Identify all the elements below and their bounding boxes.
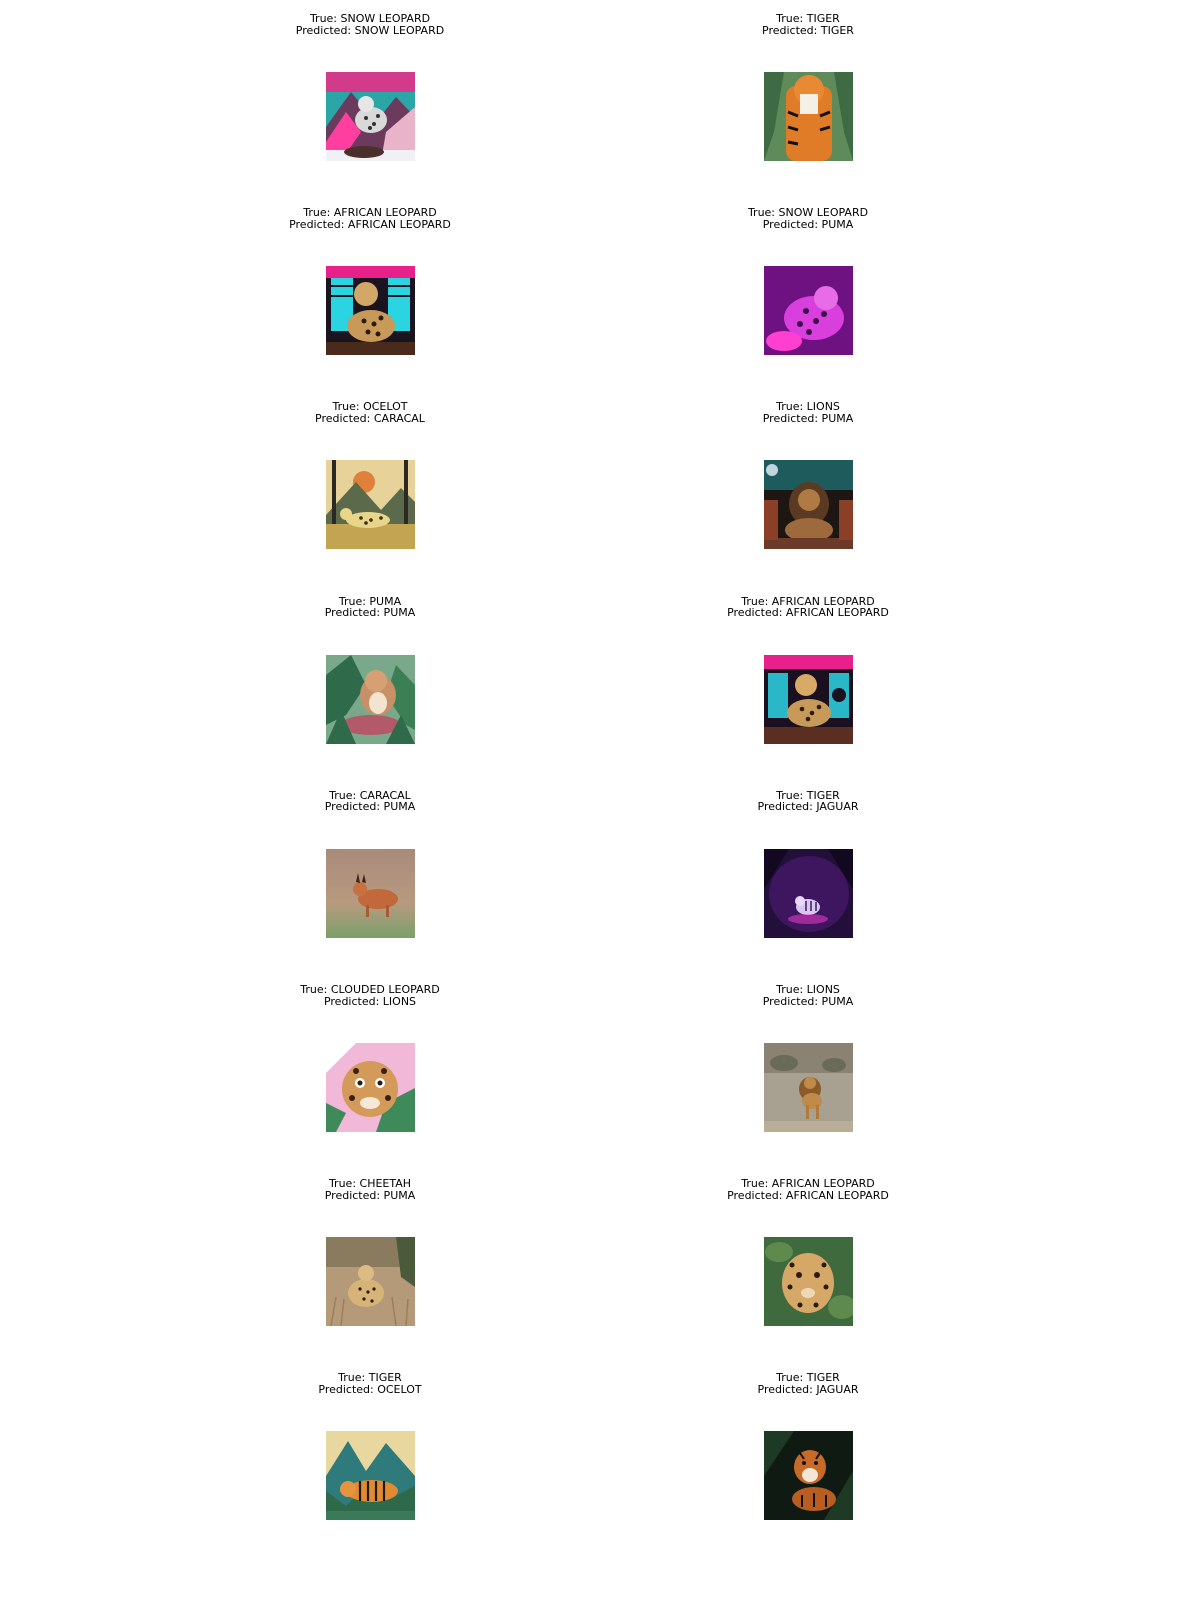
prediction-panel: True: LIONS Predicted: PUMA [658,401,958,601]
panel-title: True: SNOW LEOPARD Predicted: SNOW LEOPAR… [220,13,520,36]
true-label: True: TIGER [776,12,840,25]
panel-title: True: LIONS Predicted: PUMA [658,401,958,424]
cat-image [763,1431,853,1521]
prediction-panel: True: CHEETAH Predicted: PUMA [220,1178,520,1378]
prediction-panel: True: AFRICAN LEOPARD Predicted: AFRICAN … [658,1178,958,1378]
predicted-label: Predicted: PUMA [324,1188,416,1202]
cat-image [325,266,415,356]
cat-image [763,654,853,744]
prediction-panel: True: SNOW LEOPARD Predicted: PUMA [658,207,958,407]
cat-image [763,72,853,161]
panel-title: True: AFRICAN LEOPARD Predicted: AFRICAN … [658,1178,958,1201]
cat-image [325,1237,415,1327]
predicted-label: Predicted: PUMA [762,217,854,231]
panel-title: True: CARACAL Predicted: PUMA [220,790,520,813]
panel-title: True: PUMA Predicted: PUMA [220,596,520,619]
predicted-label: Predicted: AFRICAN LEOPARD [727,1188,889,1202]
true-label: True: CLOUDED LEOPARD [300,983,440,996]
panel-title: True: AFRICAN LEOPARD Predicted: AFRICAN … [658,596,958,619]
predicted-label: Predicted: AFRICAN LEOPARD [727,606,889,620]
cat-image [763,1237,853,1327]
predicted-label: Predicted: SNOW LEOPARD [295,23,445,37]
cat-image [325,848,415,938]
prediction-panel: True: AFRICAN LEOPARD Predicted: AFRICAN … [658,596,958,796]
predicted-label: Predicted: JAGUAR [757,1382,859,1396]
prediction-panel: True: TIGER Predicted: JAGUAR [658,1372,958,1572]
cat-image [325,1043,415,1132]
cat-image [325,1431,415,1521]
prediction-panel: True: AFRICAN LEOPARD Predicted: AFRICAN … [220,207,520,407]
true-label: True: CHEETAH [328,1177,412,1191]
prediction-panel: True: CLOUDED LEOPARD Predicted: LIONS [220,984,520,1184]
true-label: True: AFRICAN LEOPARD [741,1177,875,1191]
cat-image [325,654,415,744]
prediction-panel: True: TIGER Predicted: JAGUAR [658,790,958,990]
panel-title: True: TIGER Predicted: JAGUAR [658,1372,958,1395]
panel-title: True: OCELOT Predicted: CARACAL [220,401,520,424]
panel-title: True: LIONS Predicted: PUMA [658,984,958,1007]
cat-image [325,72,415,161]
panel-title: True: TIGER Predicted: TIGER [658,13,958,36]
true-label: True: SNOW LEOPARD [747,206,869,220]
predicted-label: Predicted: LIONS [323,994,417,1008]
prediction-panel: True: CARACAL Predicted: PUMA [220,790,520,990]
predicted-label: Predicted: PUMA [762,411,854,425]
panel-title: True: TIGER Predicted: OCELOT [220,1372,520,1395]
predicted-label: Predicted: AFRICAN LEOPARD [289,217,451,231]
panel-title: True: AFRICAN LEOPARD Predicted: AFRICAN … [220,207,520,230]
prediction-panel: True: TIGER Predicted: TIGER [658,13,958,213]
predicted-label: Predicted: OCELOT [318,1382,422,1396]
predicted-label: Predicted: PUMA [324,800,416,814]
prediction-panel: True: SNOW LEOPARD Predicted: SNOW LEOPAR… [220,13,520,213]
predicted-label: Predicted: PUMA [762,994,854,1008]
cat-image [325,460,415,550]
panel-title: True: CHEETAH Predicted: PUMA [220,1178,520,1201]
cat-image [763,1043,853,1132]
cat-image [763,266,853,356]
prediction-grid: True: SNOW LEOPARD Predicted: SNOW LEOPAR… [0,0,1200,1600]
panel-title: True: SNOW LEOPARD Predicted: PUMA [658,207,958,230]
true-label: True: LIONS [776,983,840,996]
cat-image [763,848,853,938]
predicted-label: Predicted: JAGUAR [757,800,859,814]
panel-title: True: TIGER Predicted: JAGUAR [658,790,958,813]
prediction-panel: True: LIONS Predicted: PUMA [658,984,958,1184]
prediction-panel: True: TIGER Predicted: OCELOT [220,1372,520,1572]
cat-image [763,460,853,550]
true-label: True: SNOW LEOPARD [309,12,431,25]
true-label: True: AFRICAN LEOPARD [303,206,437,220]
predicted-label: Predicted: CARACAL [315,411,425,425]
predicted-label: Predicted: TIGER [762,23,854,37]
prediction-panel: True: OCELOT Predicted: CARACAL [220,401,520,601]
predicted-label: Predicted: PUMA [324,606,416,620]
prediction-panel: True: PUMA Predicted: PUMA [220,596,520,796]
panel-title: True: CLOUDED LEOPARD Predicted: LIONS [220,984,520,1007]
